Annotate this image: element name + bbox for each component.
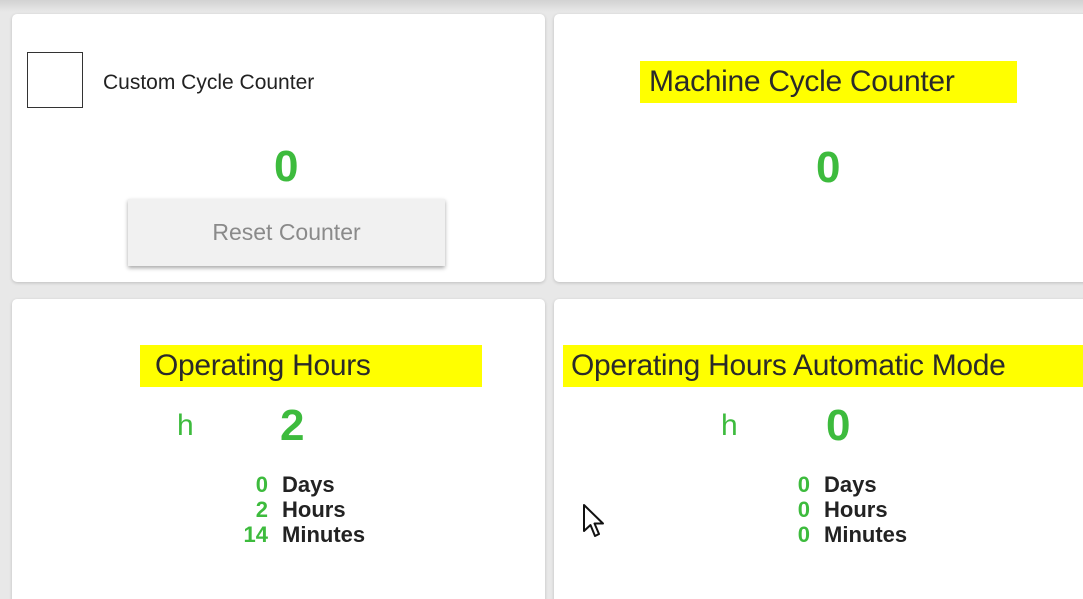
operating-hours-days-row: 0 Days bbox=[232, 472, 365, 497]
operating-hours-auto-value: 0 bbox=[826, 401, 851, 450]
operating-hours-minutes-label: Minutes bbox=[282, 522, 366, 547]
operating-hours-auto-days-label: Days bbox=[824, 472, 877, 497]
operating-hours-minutes-value: 14 bbox=[243, 522, 268, 547]
operating-hours-auto-title: Operating Hours Automatic Mode bbox=[563, 345, 1083, 387]
operating-hours-unit: h bbox=[177, 409, 194, 442]
operating-hours-value: 2 bbox=[280, 401, 305, 450]
operating-hours-auto-minutes-label: Minutes bbox=[824, 522, 908, 547]
operating-hours-auto-breakdown: 0 Days 0 Hours 0 Minutes bbox=[774, 472, 907, 547]
operating-hours-title: Operating Hours bbox=[140, 345, 482, 387]
operating-hours-minutes-row: 14 Minutes bbox=[232, 522, 366, 547]
mouse-pointer-icon bbox=[583, 504, 604, 537]
operating-hours-auto-card: Operating Hours Automatic Mode h 0 0 Day… bbox=[554, 299, 1083, 599]
operating-hours-hours-label: Hours bbox=[282, 497, 346, 522]
custom-cycle-counter-checkbox[interactable] bbox=[27, 52, 83, 108]
custom-cycle-counter-value: 0 bbox=[274, 142, 299, 191]
operating-hours-auto-days-row: 0 Days bbox=[774, 472, 907, 497]
custom-cycle-counter-card: Custom Cycle Counter 0 Reset Counter bbox=[12, 14, 545, 282]
machine-cycle-counter-title: Machine Cycle Counter bbox=[640, 61, 1017, 103]
operating-hours-hours-row: 2 Hours bbox=[232, 497, 365, 522]
dashboard: Custom Cycle Counter 0 Reset Counter Mac… bbox=[0, 0, 1083, 599]
machine-cycle-counter-card: Machine Cycle Counter 0 bbox=[554, 14, 1083, 282]
custom-cycle-counter-label: Custom Cycle Counter bbox=[103, 71, 315, 94]
operating-hours-hours-value: 2 bbox=[255, 497, 268, 522]
operating-hours-auto-hours-label: Hours bbox=[824, 497, 888, 522]
operating-hours-card: Operating Hours h 2 0 Days 2 Hours 14 Mi… bbox=[12, 299, 545, 599]
operating-hours-auto-minutes-row: 0 Minutes bbox=[774, 522, 907, 547]
machine-cycle-counter-value: 0 bbox=[816, 143, 841, 192]
reset-counter-button[interactable]: Reset Counter bbox=[128, 199, 445, 266]
operating-hours-days-value: 0 bbox=[255, 472, 268, 497]
operating-hours-auto-hours-value: 0 bbox=[797, 497, 810, 522]
operating-hours-days-label: Days bbox=[282, 472, 335, 497]
operating-hours-auto-hours-row: 0 Hours bbox=[774, 497, 907, 522]
operating-hours-auto-unit: h bbox=[721, 409, 738, 442]
operating-hours-breakdown: 0 Days 2 Hours 14 Minutes bbox=[232, 472, 366, 547]
operating-hours-auto-minutes-value: 0 bbox=[797, 522, 810, 547]
operating-hours-auto-days-value: 0 bbox=[797, 472, 810, 497]
